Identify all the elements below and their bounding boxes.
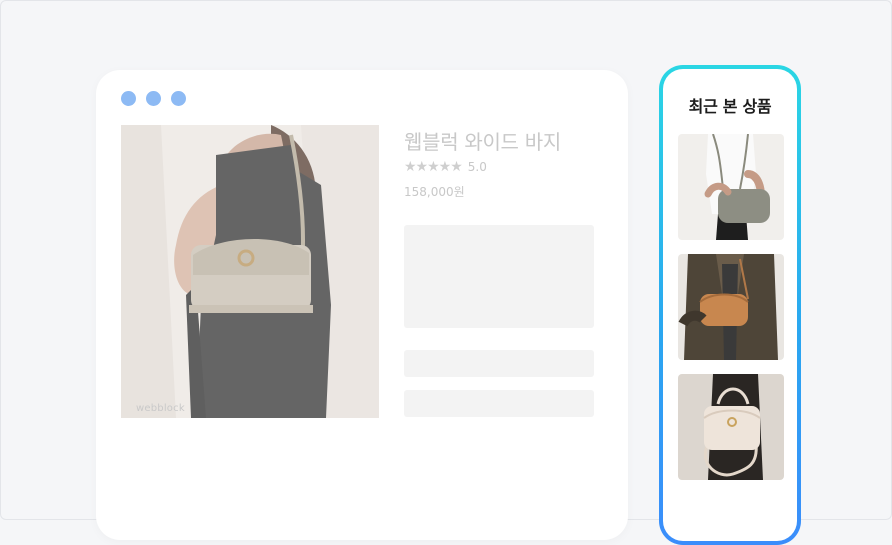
content-placeholder-row — [404, 390, 594, 417]
window-dot-close[interactable] — [121, 91, 136, 106]
image-watermark: webblock — [136, 403, 185, 414]
cream-top-handle-bag-photo — [678, 374, 784, 480]
recently-viewed-list: 최근 본 상품 — [663, 69, 797, 541]
tan-crossbody-bag-photo — [678, 254, 784, 360]
recent-item-tan-bag[interactable] — [678, 254, 784, 360]
recent-item-cream-bag[interactable] — [678, 374, 784, 480]
product-title: 웹블럭 와이드 바지 — [404, 130, 561, 154]
product-price: 158,000원 — [404, 185, 465, 199]
window-controls — [121, 91, 186, 106]
content-placeholder-large — [404, 225, 594, 328]
product-image[interactable] — [121, 125, 379, 418]
rating-value: 5.0 — [467, 160, 487, 174]
browser-window: webblock 웹블럭 와이드 바지 ★★★★★ 5.0 158,000원 — [96, 70, 628, 540]
recently-viewed-title: 최근 본 상품 — [688, 97, 772, 116]
recent-item-gray-bag[interactable] — [678, 134, 784, 240]
recently-viewed-panel: 최근 본 상품 — [659, 65, 801, 545]
content-placeholder-row — [404, 350, 594, 377]
star-icons: ★★★★★ — [404, 159, 463, 175]
product-rating: ★★★★★ 5.0 — [404, 159, 487, 175]
gray-crossbody-bag-photo — [678, 134, 784, 240]
window-dot-maximize[interactable] — [171, 91, 186, 106]
window-dot-minimize[interactable] — [146, 91, 161, 106]
